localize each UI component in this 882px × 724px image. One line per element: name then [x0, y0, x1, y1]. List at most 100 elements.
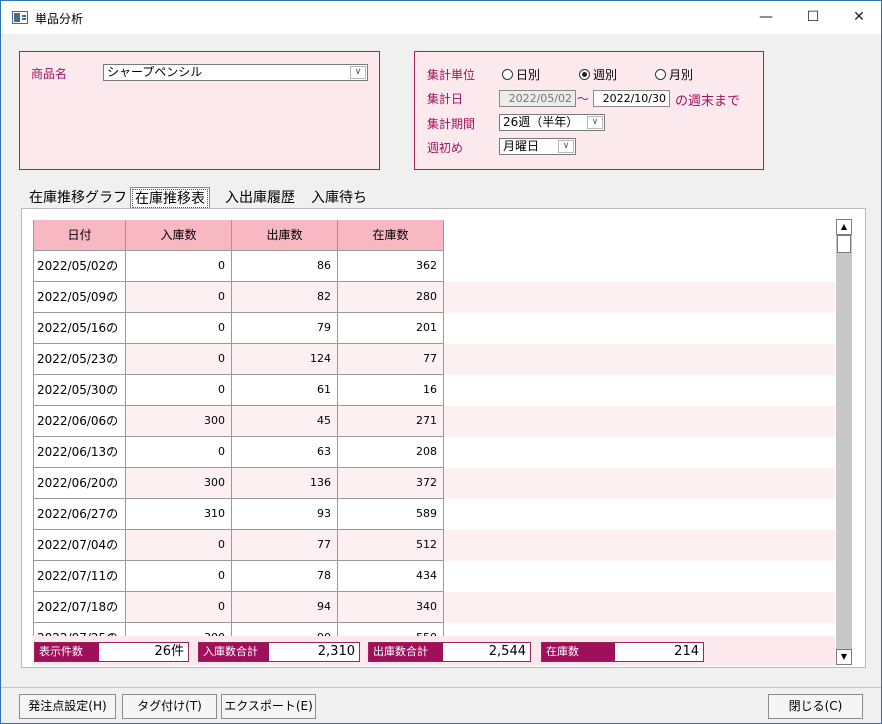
- table-row[interactable]: 2022/06/27の週31093589: [33, 499, 835, 551]
- cell-out[interactable]: 86: [232, 251, 338, 282]
- cell-date[interactable]: 2022/05/02の週: [33, 251, 126, 303]
- chevron-down-icon[interactable]: ∨: [350, 66, 366, 79]
- chevron-down-icon[interactable]: ∨: [587, 116, 603, 129]
- radio-daily-label: 日別: [516, 68, 541, 82]
- cell-out[interactable]: 77: [232, 530, 338, 561]
- row-filler: [444, 375, 835, 406]
- table-row[interactable]: 2022/07/11の週078434: [33, 561, 835, 613]
- cell-date[interactable]: 2022/07/18の週: [33, 592, 126, 636]
- cell-in[interactable]: 0: [126, 530, 232, 561]
- cell-out[interactable]: 124: [232, 344, 338, 375]
- cell-date[interactable]: 2022/05/30の週: [33, 375, 126, 427]
- radio-weekly[interactable]: 週別: [579, 66, 617, 83]
- header-date[interactable]: 日付: [33, 220, 126, 251]
- row-filler: [444, 313, 835, 344]
- close-button[interactable]: 閉じる(C): [768, 694, 863, 719]
- scroll-thumb[interactable]: [837, 235, 851, 253]
- cell-stock[interactable]: 589: [338, 499, 444, 530]
- cell-in[interactable]: 300: [126, 623, 232, 636]
- tab-in-out-history[interactable]: 入出庫履歴: [221, 187, 299, 209]
- cell-in[interactable]: 0: [126, 561, 232, 592]
- cell-out[interactable]: 63: [232, 437, 338, 468]
- table-row[interactable]: 2022/05/30の週06116: [33, 375, 835, 427]
- cell-stock[interactable]: 271: [338, 406, 444, 437]
- vertical-scrollbar[interactable]: ▲ ▼: [836, 219, 852, 665]
- cell-out[interactable]: 45: [232, 406, 338, 437]
- cell-date[interactable]: 2022/07/25の週: [33, 623, 126, 636]
- cell-out[interactable]: 78: [232, 561, 338, 592]
- table-row[interactable]: 2022/05/02の週086362: [33, 251, 835, 303]
- scroll-up-icon[interactable]: ▲: [836, 219, 852, 235]
- date-to-field[interactable]: 2022/10/30: [593, 90, 670, 107]
- cell-stock[interactable]: 372: [338, 468, 444, 499]
- cell-in[interactable]: 0: [126, 592, 232, 623]
- table-row[interactable]: 2022/05/16の週079201: [33, 313, 835, 365]
- table-row[interactable]: 2022/07/18の週094340: [33, 592, 835, 636]
- cell-in[interactable]: 0: [126, 282, 232, 313]
- cell-out[interactable]: 61: [232, 375, 338, 406]
- tab-stock-graph[interactable]: 在庫推移グラフ: [25, 187, 131, 209]
- product-combo[interactable]: シャープペンシル ∨: [103, 64, 368, 81]
- header-in[interactable]: 入庫数: [126, 220, 232, 251]
- tab-awaiting-receipt[interactable]: 入庫待ち: [307, 187, 371, 209]
- minimize-button[interactable]: —: [743, 1, 789, 33]
- table-row[interactable]: 2022/07/25の週30090550: [33, 623, 835, 636]
- chevron-down-icon[interactable]: ∨: [558, 140, 574, 153]
- cell-in[interactable]: 0: [126, 251, 232, 282]
- maximize-button[interactable]: ☐: [790, 1, 836, 33]
- cell-in[interactable]: 300: [126, 468, 232, 499]
- close-window-button[interactable]: ✕: [836, 1, 882, 33]
- week-start-combo[interactable]: 月曜日 ∨: [499, 138, 576, 155]
- cell-date[interactable]: 2022/05/23の週: [33, 344, 126, 396]
- cell-out[interactable]: 94: [232, 592, 338, 623]
- table-row[interactable]: 2022/06/06の週30045271: [33, 406, 835, 458]
- table-row[interactable]: 2022/05/23の週012477: [33, 344, 835, 396]
- cell-out[interactable]: 82: [232, 282, 338, 313]
- cell-date[interactable]: 2022/06/20の週: [33, 468, 126, 520]
- cell-date[interactable]: 2022/06/06の週: [33, 406, 126, 458]
- cell-in[interactable]: 0: [126, 313, 232, 344]
- radio-daily[interactable]: 日別: [502, 66, 540, 83]
- cell-stock[interactable]: 550: [338, 623, 444, 636]
- cell-stock[interactable]: 512: [338, 530, 444, 561]
- table-row[interactable]: 2022/06/13の週063208: [33, 437, 835, 489]
- summary-stock: 在庫数 214: [541, 642, 704, 662]
- cell-out[interactable]: 79: [232, 313, 338, 344]
- tab-stock-table[interactable]: 在庫推移表: [130, 187, 210, 210]
- cell-date[interactable]: 2022/06/13の週: [33, 437, 126, 489]
- cell-in[interactable]: 0: [126, 375, 232, 406]
- header-stock[interactable]: 在庫数: [338, 220, 444, 251]
- cell-in[interactable]: 0: [126, 437, 232, 468]
- summary-stock-value: 214: [674, 644, 699, 659]
- cell-stock[interactable]: 16: [338, 375, 444, 406]
- cell-date[interactable]: 2022/07/04の週: [33, 530, 126, 582]
- cell-stock[interactable]: 201: [338, 313, 444, 344]
- cell-date[interactable]: 2022/05/09の週: [33, 282, 126, 334]
- cell-in[interactable]: 310: [126, 499, 232, 530]
- cell-stock[interactable]: 280: [338, 282, 444, 313]
- reorder-point-button[interactable]: 発注点設定(H): [19, 694, 116, 719]
- cell-out[interactable]: 136: [232, 468, 338, 499]
- cell-date[interactable]: 2022/07/11の週: [33, 561, 126, 613]
- cell-out[interactable]: 90: [232, 623, 338, 636]
- export-button[interactable]: エクスポート(E): [221, 694, 316, 719]
- summary-out-total: 出庫数合計 2,544: [368, 642, 531, 662]
- cell-stock[interactable]: 362: [338, 251, 444, 282]
- cell-stock[interactable]: 340: [338, 592, 444, 623]
- cell-out[interactable]: 93: [232, 499, 338, 530]
- cell-stock[interactable]: 208: [338, 437, 444, 468]
- cell-stock[interactable]: 77: [338, 344, 444, 375]
- cell-in[interactable]: 0: [126, 344, 232, 375]
- radio-monthly[interactable]: 月別: [655, 66, 693, 83]
- cell-date[interactable]: 2022/06/27の週: [33, 499, 126, 551]
- cell-date[interactable]: 2022/05/16の週: [33, 313, 126, 365]
- cell-in[interactable]: 300: [126, 406, 232, 437]
- table-row[interactable]: 2022/07/04の週077512: [33, 530, 835, 582]
- cell-stock[interactable]: 434: [338, 561, 444, 592]
- tag-button[interactable]: タグ付け(T): [122, 694, 217, 719]
- period-combo[interactable]: 26週（半年） ∨: [499, 114, 605, 131]
- table-row[interactable]: 2022/05/09の週082280: [33, 282, 835, 334]
- scroll-down-icon[interactable]: ▼: [836, 649, 852, 665]
- header-out[interactable]: 出庫数: [232, 220, 338, 251]
- table-row[interactable]: 2022/06/20の週300136372: [33, 468, 835, 520]
